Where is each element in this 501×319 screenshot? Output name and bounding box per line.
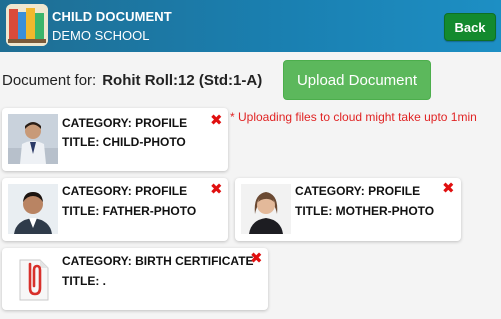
school-logo [6,4,48,46]
document-card-birth-certificate[interactable]: CATEGORY: BIRTH CERTIFICATE TITLE: . ✖ [2,248,268,310]
child-photo-thumbnail [8,114,58,164]
delete-icon[interactable]: ✖ [250,251,263,266]
card-title: TITLE: . [62,274,106,288]
card-category: CATEGORY: PROFILE [295,184,421,198]
document-for-label: Document for: [2,72,97,89]
paperclip-document-icon [8,254,58,304]
delete-icon[interactable]: ✖ [210,113,223,128]
document-card-father-photo[interactable]: CATEGORY: PROFILE TITLE: FATHER-PHOTO ✖ [2,178,228,241]
card-title: TITLE: MOTHER-PHOTO [295,204,435,218]
father-photo-thumbnail [8,184,58,234]
card-category: CATEGORY: BIRTH CERTIFICATE [62,254,254,268]
document-card-child-photo[interactable]: CATEGORY: PROFILE TITLE: CHILD-PHOTO ✖ [2,108,228,171]
upload-note: * Uploading files to cloud might take up… [230,110,477,124]
student-name: Rohit Roll:12 (Std:1-A) [102,72,263,89]
app-header: CHILD DOCUMENT DEMO SCHOOL Back [0,0,501,52]
card-category: CATEGORY: PROFILE [62,116,188,130]
app-title: CHILD DOCUMENT [52,9,172,24]
card-title: TITLE: FATHER-PHOTO [62,204,197,218]
delete-icon[interactable]: ✖ [442,181,455,196]
delete-icon[interactable]: ✖ [210,182,223,197]
back-button[interactable]: Back [444,13,496,41]
document-for-line: Document for: Rohit Roll:12 (Std:1-A) [2,72,262,89]
school-name: DEMO SCHOOL [52,28,150,43]
document-card-mother-photo[interactable]: CATEGORY: PROFILE TITLE: MOTHER-PHOTO ✖ [235,178,461,241]
upload-document-button[interactable]: Upload Document [283,60,431,100]
card-title: TITLE: CHILD-PHOTO [62,135,186,149]
card-category: CATEGORY: PROFILE [62,184,188,198]
mother-photo-thumbnail [241,184,291,234]
